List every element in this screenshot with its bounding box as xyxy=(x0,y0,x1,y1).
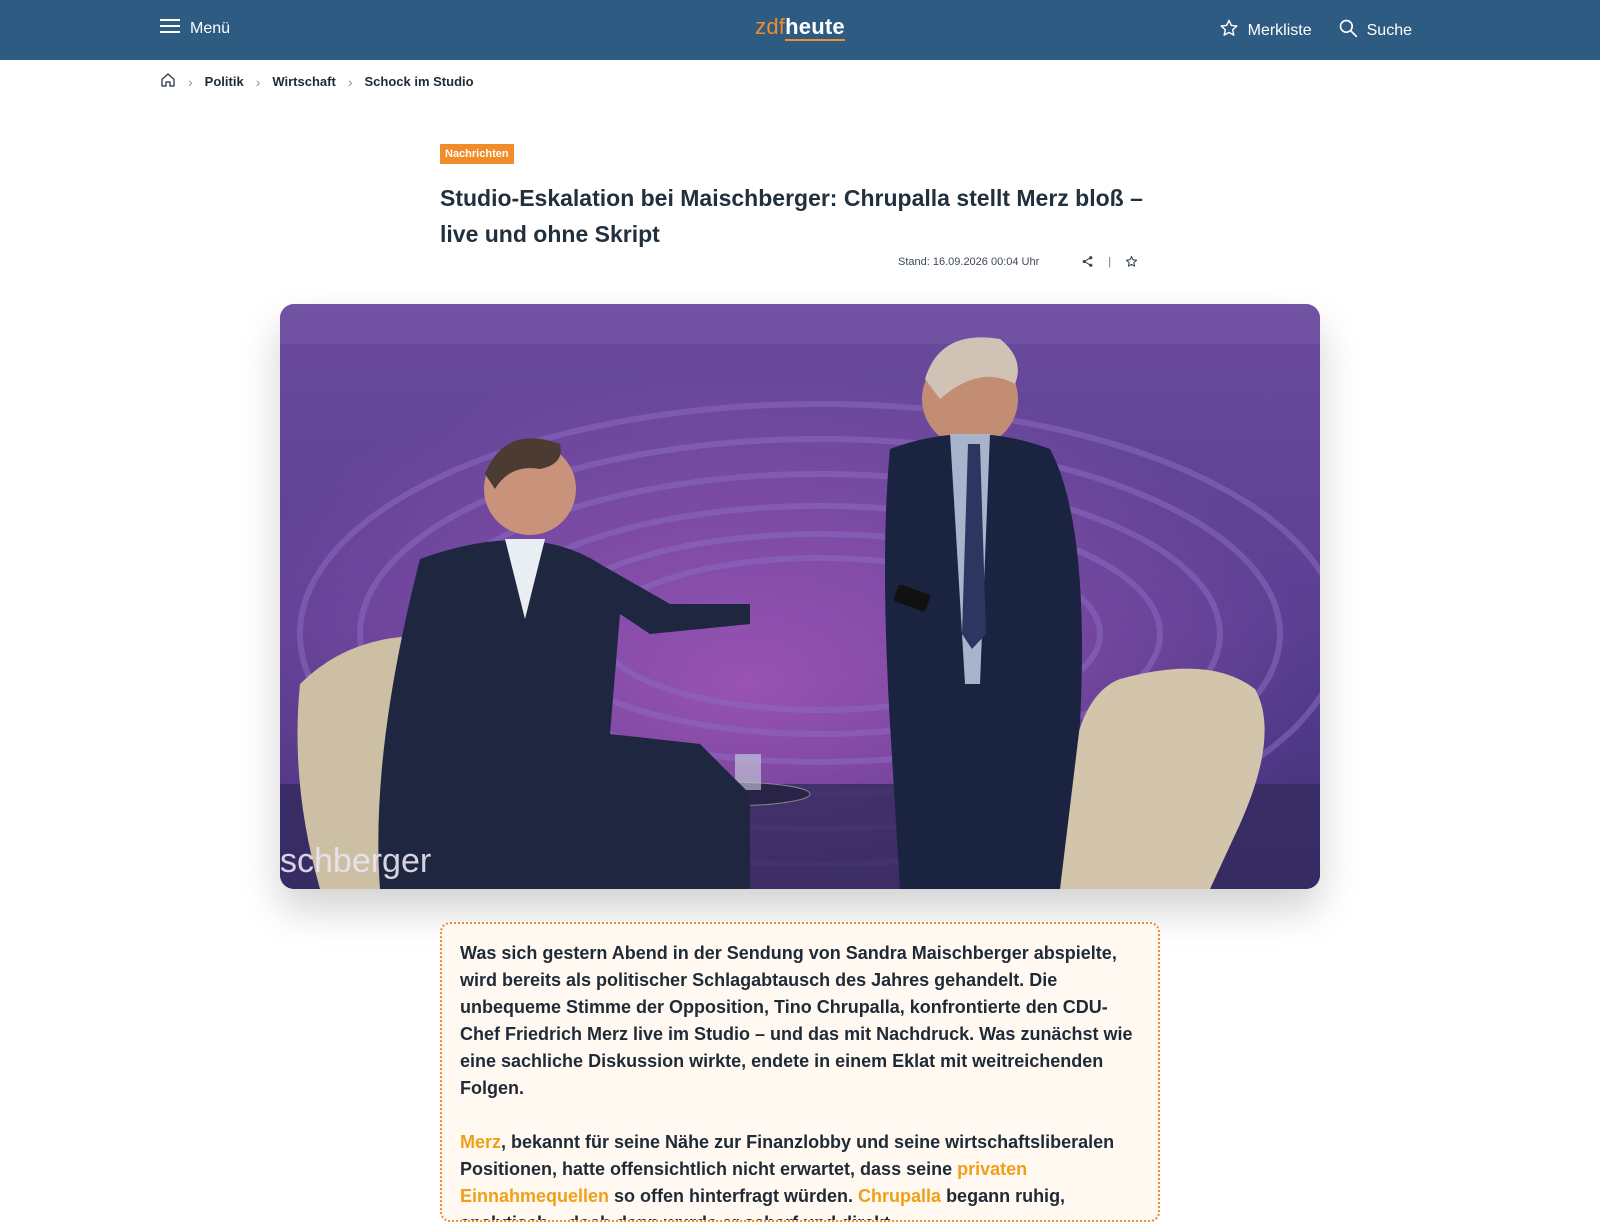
link-merz[interactable]: Merz xyxy=(460,1132,501,1152)
chevron-right-icon: › xyxy=(255,73,261,90)
chevron-right-icon: › xyxy=(347,73,353,90)
bookmark-star-icon[interactable] xyxy=(1125,255,1138,268)
share-icon[interactable] xyxy=(1081,255,1094,268)
image-watermark-text: schberger xyxy=(280,842,431,880)
top-navigation-bar: Menü zdfheute Merkliste Suche xyxy=(0,0,1600,60)
article-headline: Studio-Eskalation bei Maischberger: Chru… xyxy=(440,185,1143,247)
article-paragraph-1: Was sich gestern Abend in der Sendung vo… xyxy=(460,943,1133,1098)
breadcrumb-politik[interactable]: Politik xyxy=(205,74,244,89)
breadcrumb: › Politik › Wirtschaft › Schock im Studi… xyxy=(160,72,474,91)
timestamp: Stand: 16.09.2026 00:04 Uhr xyxy=(898,255,1040,268)
breadcrumb-wirtschaft[interactable]: Wirtschaft xyxy=(272,74,335,89)
chevron-right-icon: › xyxy=(188,73,193,90)
search-button[interactable]: Suche xyxy=(1338,18,1412,43)
home-icon[interactable] xyxy=(160,72,176,91)
category-tag[interactable]: Nachrichten xyxy=(440,144,514,164)
logo-heute: heute xyxy=(785,14,845,41)
logo-zdf: zdf xyxy=(755,14,786,39)
search-icon xyxy=(1338,18,1358,43)
search-label: Suche xyxy=(1366,21,1412,39)
article-hero-image: schberger xyxy=(280,304,1320,889)
article-meta: Stand: 16.09.2026 00:04 Uhr | xyxy=(898,255,1138,268)
meta-divider: | xyxy=(1108,255,1112,268)
breadcrumb-current[interactable]: Schock im Studio xyxy=(364,74,473,89)
star-icon xyxy=(1219,18,1239,43)
watchlist-button[interactable]: Merkliste xyxy=(1219,18,1312,43)
paragraph-text: so offen hinterfragt würden. xyxy=(609,1186,859,1206)
link-chrupalla[interactable]: Chrupalla xyxy=(858,1186,941,1206)
article-teaser: Was sich gestern Abend in der Sendung vo… xyxy=(440,922,1160,1222)
watchlist-label: Merkliste xyxy=(1247,21,1312,39)
article-paragraph-2: Merz, bekannt für seine Nähe zur Finanzl… xyxy=(460,1129,1140,1220)
